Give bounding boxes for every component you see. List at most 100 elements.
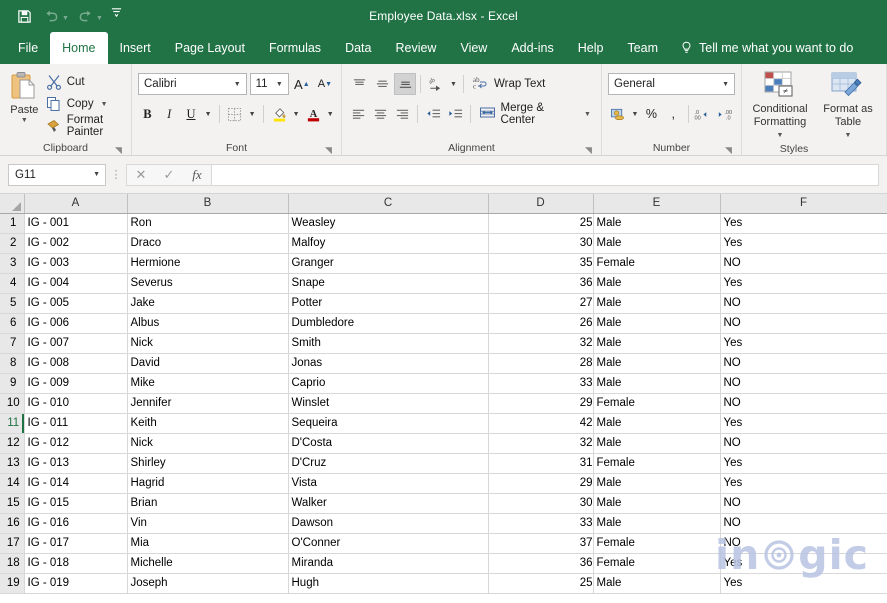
cell-f11[interactable]: Yes xyxy=(720,413,887,434)
align-bottom-button[interactable] xyxy=(394,73,416,95)
cell-d5[interactable]: 27 xyxy=(488,293,594,314)
orientation-button[interactable]: ab xyxy=(425,73,447,95)
cell-d12[interactable]: 32 xyxy=(488,433,594,454)
accounting-format-button[interactable] xyxy=(608,103,629,125)
cell-a14[interactable]: IG - 014 xyxy=(24,473,128,494)
cell-d9[interactable]: 33 xyxy=(488,373,594,394)
cell-e3[interactable]: Female xyxy=(593,253,721,274)
cell-b14[interactable]: Hagrid xyxy=(127,473,289,494)
cell-f17[interactable]: NO xyxy=(720,533,887,554)
cell-f5[interactable]: NO xyxy=(720,293,887,314)
align-top-button[interactable] xyxy=(348,73,370,95)
cell-f18[interactable]: Yes xyxy=(720,553,887,574)
cell-f6[interactable]: NO xyxy=(720,313,887,334)
cell-d11[interactable]: 42 xyxy=(488,413,594,434)
column-header-e[interactable]: E xyxy=(593,194,721,214)
cell-d1[interactable]: 25 xyxy=(488,213,594,234)
cell-c7[interactable]: Smith xyxy=(288,333,489,354)
clipboard-dialog-launcher-icon[interactable]: ◥ xyxy=(114,146,123,155)
cell-f10[interactable]: NO xyxy=(720,393,887,414)
tab-insert[interactable]: Insert xyxy=(108,32,163,64)
tab-page-layout[interactable]: Page Layout xyxy=(163,32,257,64)
cell-d6[interactable]: 26 xyxy=(488,313,594,334)
cancel-formula-icon[interactable]: ✕ xyxy=(127,165,155,185)
row-header[interactable]: 10 xyxy=(0,393,25,414)
cell-c12[interactable]: D'Costa xyxy=(288,433,489,454)
cell-f19[interactable]: Yes xyxy=(720,573,887,594)
cell-b8[interactable]: David xyxy=(127,353,289,374)
cell-a9[interactable]: IG - 009 xyxy=(24,373,128,394)
column-header-a[interactable]: A xyxy=(24,194,128,214)
italic-button[interactable]: I xyxy=(160,103,179,125)
cell-e7[interactable]: Male xyxy=(593,333,721,354)
row-header[interactable]: 5 xyxy=(0,293,25,314)
cell-f1[interactable]: Yes xyxy=(720,213,887,234)
tab-review[interactable]: Review xyxy=(383,32,448,64)
cell-b13[interactable]: Shirley xyxy=(127,453,289,474)
increase-indent-button[interactable] xyxy=(444,103,465,125)
cell-e11[interactable]: Male xyxy=(593,413,721,434)
row-header[interactable]: 8 xyxy=(0,353,25,374)
cell-e14[interactable]: Male xyxy=(593,473,721,494)
cell-a3[interactable]: IG - 003 xyxy=(24,253,128,274)
format-as-table-button[interactable]: Format as Table ▼ xyxy=(816,69,880,142)
cell-b11[interactable]: Keith xyxy=(127,413,289,434)
underline-button[interactable]: U xyxy=(182,103,201,125)
cell-b3[interactable]: Hermione xyxy=(127,253,289,274)
fill-color-dropdown-icon[interactable]: ▼ xyxy=(291,103,300,125)
cell-a5[interactable]: IG - 005 xyxy=(24,293,128,314)
cell-f3[interactable]: NO xyxy=(720,253,887,274)
merge-center-dropdown-icon[interactable]: ▼ xyxy=(584,111,591,118)
cell-e2[interactable]: Male xyxy=(593,233,721,254)
underline-dropdown-icon[interactable]: ▼ xyxy=(203,103,212,125)
cell-e19[interactable]: Male xyxy=(593,573,721,594)
undo-dropdown-icon[interactable]: ▼ xyxy=(62,15,70,22)
cell-a13[interactable]: IG - 013 xyxy=(24,453,128,474)
paste-dropdown-icon[interactable]: ▼ xyxy=(21,117,28,124)
tab-data[interactable]: Data xyxy=(333,32,383,64)
cell-e1[interactable]: Male xyxy=(593,213,721,234)
tab-view[interactable]: View xyxy=(448,32,499,64)
font-color-button[interactable]: A xyxy=(304,103,323,125)
cell-c19[interactable]: Hugh xyxy=(288,573,489,594)
tab-formulas[interactable]: Formulas xyxy=(257,32,333,64)
row-header[interactable]: 13 xyxy=(0,453,25,474)
cell-b10[interactable]: Jennifer xyxy=(127,393,289,414)
cell-b7[interactable]: Nick xyxy=(127,333,289,354)
cell-c6[interactable]: Dumbledore xyxy=(288,313,489,334)
column-header-d[interactable]: D xyxy=(488,194,594,214)
number-dialog-launcher-icon[interactable]: ◥ xyxy=(724,146,733,155)
row-header[interactable]: 4 xyxy=(0,273,25,294)
cell-a15[interactable]: IG - 015 xyxy=(24,493,128,514)
cell-b12[interactable]: Nick xyxy=(127,433,289,454)
tab-team[interactable]: Team xyxy=(615,32,670,64)
cell-f13[interactable]: Yes xyxy=(720,453,887,474)
cell-f4[interactable]: Yes xyxy=(720,273,887,294)
cell-e17[interactable]: Female xyxy=(593,533,721,554)
align-left-button[interactable] xyxy=(348,103,369,125)
cell-c13[interactable]: D'Cruz xyxy=(288,453,489,474)
cell-e12[interactable]: Male xyxy=(593,433,721,454)
save-icon[interactable] xyxy=(12,5,36,27)
orientation-dropdown-icon[interactable]: ▼ xyxy=(448,73,459,95)
comma-format-button[interactable]: , xyxy=(663,103,684,125)
cell-f16[interactable]: NO xyxy=(720,513,887,534)
row-header[interactable]: 16 xyxy=(0,513,25,534)
cell-e8[interactable]: Male xyxy=(593,353,721,374)
conditional-formatting-dropdown-icon[interactable]: ▼ xyxy=(777,129,784,142)
cell-f2[interactable]: Yes xyxy=(720,233,887,254)
cell-c9[interactable]: Caprio xyxy=(288,373,489,394)
decrease-indent-button[interactable] xyxy=(422,103,443,125)
cell-d7[interactable]: 32 xyxy=(488,333,594,354)
increase-decimal-button[interactable]: .0.00 xyxy=(693,103,714,125)
row-header[interactable]: 12 xyxy=(0,433,25,454)
bold-button[interactable]: B xyxy=(138,103,157,125)
cell-d14[interactable]: 29 xyxy=(488,473,594,494)
percent-format-button[interactable]: % xyxy=(641,103,662,125)
row-header[interactable]: 7 xyxy=(0,333,25,354)
cell-c11[interactable]: Sequeira xyxy=(288,413,489,434)
row-header[interactable]: 19 xyxy=(0,573,25,594)
redo-icon[interactable] xyxy=(73,5,97,27)
align-middle-button[interactable] xyxy=(371,73,393,95)
row-header[interactable]: 15 xyxy=(0,493,25,514)
